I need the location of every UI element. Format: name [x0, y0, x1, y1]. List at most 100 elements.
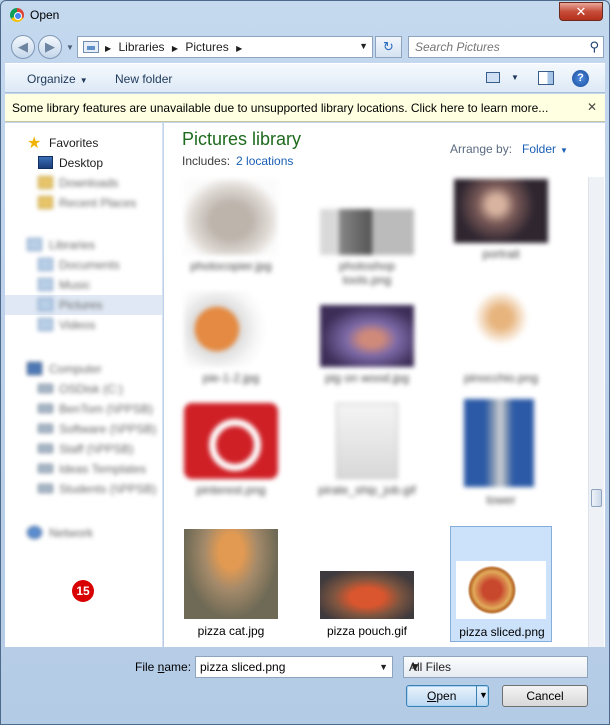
breadcrumb-chevron-icon[interactable]: ▶: [172, 44, 178, 53]
refresh-button[interactable]: ↻: [375, 36, 402, 58]
tree-desktop[interactable]: Desktop: [5, 153, 162, 173]
address-bar[interactable]: ▶ Libraries ▶ Pictures ▶ ▼: [77, 36, 373, 58]
dialog-footer: File name: ▼ All Files ▼ Open ▼ Cancel: [5, 647, 605, 722]
help-icon[interactable]: ?: [572, 70, 589, 87]
preview-pane-icon[interactable]: [538, 71, 554, 85]
file-tile-pie[interactable]: pie-1-2.jpg: [180, 291, 282, 409]
image-thumbnail: [454, 179, 548, 243]
breadcrumb-pictures[interactable]: Pictures: [185, 40, 228, 54]
tree-label: Staff (\\PPSB): [59, 442, 134, 456]
file-tile-tower[interactable]: tower: [450, 399, 552, 517]
open-options-dropdown-icon[interactable]: ▼: [479, 690, 488, 700]
library-title: Pictures library: [182, 129, 302, 149]
file-name: pinocchio.png: [463, 371, 539, 385]
library-locations-link[interactable]: 2 locations: [236, 154, 293, 168]
file-name: portrait: [482, 247, 520, 261]
tree-downloads[interactable]: Downloads: [5, 173, 162, 193]
forward-button[interactable]: ▶: [38, 35, 62, 59]
tree-drive[interactable]: BenTom (\\PPSB): [5, 399, 162, 419]
tree-drive[interactable]: Software (\\PPSB): [5, 419, 162, 439]
breadcrumb-chevron-icon[interactable]: ▶: [236, 44, 242, 53]
file-name-input[interactable]: [196, 657, 370, 677]
vertical-scrollbar[interactable]: [588, 177, 604, 647]
file-tile-portrait[interactable]: portrait: [450, 179, 552, 297]
tree-drive[interactable]: OSDisk (C:): [5, 379, 162, 399]
new-folder-button[interactable]: New folder: [115, 72, 172, 86]
scrollbar-thumb[interactable]: [591, 489, 602, 507]
documents-icon: [38, 258, 53, 271]
search-icon[interactable]: ⚲: [589, 39, 599, 55]
navigation-bar: ◀ ▶ ▼ ▶ Libraries ▶ Pictures ▶ ▼ ↻ ⚲: [1, 31, 609, 61]
tree-drive[interactable]: Ideas Templates: [5, 459, 162, 479]
change-view-icon[interactable]: [486, 72, 500, 83]
organize-button[interactable]: Organize ▼: [27, 72, 88, 86]
cancel-button[interactable]: Cancel: [502, 685, 588, 707]
tree-recent-places[interactable]: Recent Places: [5, 193, 162, 213]
file-tile-photocopier[interactable]: photocopier.jpg: [180, 179, 282, 297]
tree-drive[interactable]: Students (\\PPSB): [5, 479, 162, 499]
file-name-combobox[interactable]: ▼: [195, 656, 393, 678]
file-tile-pirate-ship[interactable]: pirate_ship_job.gif: [316, 403, 418, 521]
file-tile-photoshop-tools[interactable]: photoshop tools.png: [316, 179, 418, 297]
close-button[interactable]: ✕: [559, 2, 603, 21]
file-tile-pizza-sliced[interactable]: pizza sliced.png: [450, 526, 552, 642]
tree-music[interactable]: Music: [5, 275, 162, 295]
file-tile-pizza-cat[interactable]: pizza cat.jpg: [180, 529, 282, 647]
file-type-select[interactable]: All Files ▼: [403, 656, 588, 678]
tree-videos[interactable]: Videos: [5, 315, 162, 335]
recent-pages-dropdown-icon[interactable]: ▼: [66, 43, 74, 52]
info-bar-close-icon[interactable]: ✕: [587, 100, 597, 114]
navigation-pane: ★ Favorites Desktop Downloads Recent Pla…: [5, 123, 163, 647]
window-title: Open: [30, 8, 60, 22]
info-bar[interactable]: Some library features are unavailable du…: [5, 94, 605, 122]
arrange-by-dropdown[interactable]: Folder ▼: [522, 142, 568, 156]
address-dropdown-icon[interactable]: ▼: [359, 41, 368, 51]
arrange-by-value: Folder: [522, 142, 557, 156]
network-drive-icon: [38, 484, 53, 493]
image-thumbnail: [320, 209, 414, 255]
file-name-dropdown-icon[interactable]: ▼: [379, 662, 388, 672]
title-bar: Open ✕: [1, 1, 609, 29]
tree-network[interactable]: Network: [5, 523, 162, 543]
tree-label: Computer: [49, 362, 102, 376]
file-tile-pizza-pouch[interactable]: pizza pouch.gif: [316, 529, 418, 647]
file-tile-pinterest[interactable]: pinterest.png: [180, 403, 282, 521]
chevron-down-icon: ▼: [79, 76, 88, 85]
tree-label: BenTom (\\PPSB): [59, 402, 154, 416]
back-button[interactable]: ◀: [11, 35, 35, 59]
tree-label: Favorites: [49, 136, 99, 150]
tree-drive[interactable]: Staff (\\PPSB): [5, 439, 162, 459]
drive-icon: [38, 384, 53, 393]
file-name-label-part: ame:: [164, 660, 192, 674]
chevron-down-icon: ▼: [409, 660, 421, 674]
file-tile-pig-on-wood[interactable]: pig on wood.jpg: [316, 291, 418, 409]
command-bar: Organize ▼ New folder ▼ ?: [5, 63, 605, 93]
tree-pictures[interactable]: Pictures: [5, 295, 162, 315]
breadcrumb-chevron-icon[interactable]: ▶: [105, 44, 111, 53]
network-drive-icon: [38, 444, 53, 453]
library-icon: [83, 41, 99, 53]
tree-label: Music: [59, 278, 91, 292]
file-name: pirate_ship_job.gif: [318, 483, 416, 497]
tree-favorites[interactable]: ★ Favorites: [5, 133, 162, 153]
tree-computer[interactable]: Computer: [5, 359, 162, 379]
open-dialog: Open ✕ ◀ ▶ ▼ ▶ Libraries ▶ Pictures ▶ ▼ …: [0, 0, 610, 725]
info-bar-message[interactable]: Some library features are unavailable du…: [12, 101, 548, 115]
image-thumbnail: [184, 179, 278, 255]
tree-libraries[interactable]: Libraries: [5, 235, 162, 255]
tree-label: Desktop: [59, 156, 104, 170]
tree-documents[interactable]: Documents: [5, 255, 162, 275]
music-icon: [38, 278, 53, 291]
image-thumbnail: [336, 403, 398, 479]
tree-label: Students (\\PPSB): [59, 482, 157, 496]
search-box[interactable]: ⚲: [408, 36, 604, 58]
open-button[interactable]: Open ▼: [406, 685, 489, 707]
search-input[interactable]: [409, 37, 579, 57]
file-name: pizza sliced.png: [459, 625, 545, 639]
view-options-dropdown-icon[interactable]: ▼: [511, 73, 519, 82]
chrome-icon: [10, 8, 24, 22]
file-tile-pinocchio[interactable]: pinocchio.png: [450, 291, 552, 409]
file-name: photocopier.jpg: [190, 259, 272, 273]
breadcrumb-libraries[interactable]: Libraries: [119, 40, 165, 54]
recent-places-icon: [38, 196, 53, 209]
